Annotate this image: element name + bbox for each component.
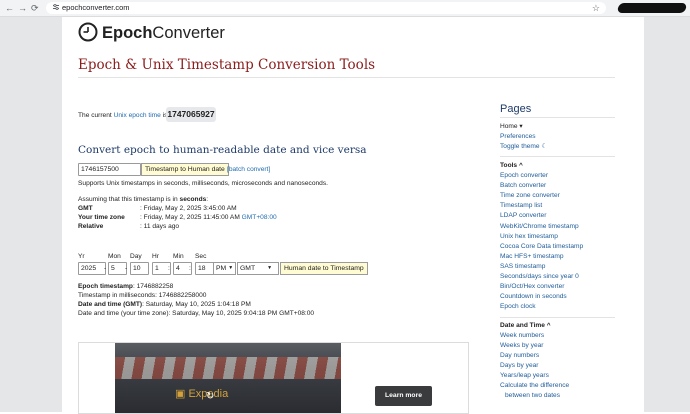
gmt-label: GMT: [78, 205, 93, 212]
logo-text: EpochConverter: [102, 24, 225, 42]
sidebar-link[interactable]: Seconds/days since year 0: [500, 272, 579, 281]
title-divider: [78, 77, 615, 78]
chevron-up-icon: ^: [518, 162, 523, 169]
year-input[interactable]: 2025: [78, 262, 106, 275]
unix-epoch-time-link[interactable]: Unix epoch time: [114, 112, 161, 119]
sidebar-link[interactable]: Countdown in seconds: [500, 292, 567, 301]
url-text: epochconverter.com: [62, 3, 130, 12]
month-label: Mon: [108, 253, 121, 260]
dash-separator: -: [104, 265, 107, 272]
gmt-value: : Friday, May 2, 2025 3:45:00 AM: [140, 205, 237, 212]
convert-heading: Convert epoch to human-readable date and…: [78, 144, 367, 156]
ad-image: ▣ Expedia ↻: [115, 343, 341, 413]
advertisement[interactable]: ▣ Expedia ↻ Learn more: [78, 342, 469, 414]
page-margin-right: [644, 17, 690, 412]
sidebar-divider: [500, 156, 615, 157]
clock-logo-icon: [78, 22, 98, 42]
chevron-down-icon: ▼: [267, 265, 273, 271]
milliseconds-result: Timestamp in milliseconds: 1746882258000: [78, 292, 207, 299]
sidebar-link[interactable]: Epoch clock: [500, 302, 536, 311]
gmt-result: Date and time (GMT): Saturday, May 10, 2…: [78, 301, 251, 308]
local-result: Date and time (your time zone): Saturday…: [78, 310, 315, 317]
sidebar-divider: [500, 117, 615, 118]
batch-convert-link[interactable]: [batch convert]: [227, 165, 270, 174]
sidebar-link[interactable]: Days by year: [500, 361, 538, 370]
back-icon[interactable]: ←: [5, 2, 14, 14]
ad-brand: ▣ Expedia: [175, 388, 229, 400]
tools-heading[interactable]: Tools ^: [500, 161, 523, 170]
sidebar-link[interactable]: SAS timestamp: [500, 262, 545, 271]
sidebar-link[interactable]: Mac HFS+ timestamp: [500, 252, 564, 261]
year-label: Yr: [78, 253, 85, 260]
timezone-link[interactable]: GMT+08:00: [242, 214, 277, 221]
reload-icon[interactable]: ⟳: [31, 2, 39, 14]
page-title: Epoch & Unix Timestamp Conversion Tools: [78, 57, 376, 73]
sidebar-link[interactable]: Week numbers: [500, 331, 544, 340]
sidebar-link[interactable]: Epoch converter: [500, 171, 548, 180]
hour-label: Hr: [152, 253, 159, 260]
minute-label: Min: [173, 253, 184, 260]
sidebar-link[interactable]: Timestamp list: [500, 201, 542, 210]
relative-label: Relative: [78, 223, 104, 230]
sidebar-link[interactable]: Day numbers: [500, 351, 539, 360]
sidebar-divider: [500, 317, 615, 318]
day-input[interactable]: 10: [130, 262, 149, 275]
site-info-icon[interactable]: [52, 3, 60, 15]
sidebar-link[interactable]: between two dates: [505, 391, 560, 400]
second-input[interactable]: 18: [195, 262, 214, 275]
colon-separator: :: [168, 265, 170, 272]
sidebar-link[interactable]: Calculate the difference: [500, 381, 569, 390]
sidebar-link[interactable]: Unix hex timestamp: [500, 232, 558, 241]
assuming-text: Assuming that this timestamp is in secon…: [78, 196, 209, 203]
moon-icon: ☾: [539, 143, 548, 150]
sidebar-link[interactable]: WebKit/Chrome timestamp: [500, 222, 579, 231]
current-epoch-label: The current Unix epoch time is: [78, 112, 167, 119]
timestamp-to-human-button[interactable]: Timestamp to Human date: [141, 163, 229, 176]
current-epoch-value: 1747065927: [166, 107, 216, 122]
sidebar-link[interactable]: Batch converter: [500, 181, 546, 190]
day-label: Day: [130, 253, 142, 260]
date-time-heading[interactable]: Date and Time ^: [500, 321, 551, 330]
forward-icon[interactable]: →: [18, 2, 27, 14]
human-to-timestamp-button[interactable]: Human date to Timestamp: [280, 262, 368, 275]
sidebar-item-home[interactable]: Home ▾: [500, 122, 523, 131]
second-label: Sec: [195, 253, 207, 260]
browser-toolbar: ← → ⟳ epochconverter.com ☆: [0, 0, 690, 17]
chevron-up-icon: ^: [546, 322, 551, 329]
epoch-result: Epoch timestamp: 1746882258: [78, 283, 174, 290]
timestamp-input[interactable]: 1746157500: [78, 163, 141, 176]
sidebar-item-toggle-theme[interactable]: Toggle theme ☾: [500, 142, 547, 151]
sidebar-link[interactable]: Years/leap years: [500, 371, 549, 380]
sidebar-link[interactable]: Bin/Oct/Hex converter: [500, 282, 565, 291]
timezone-select[interactable]: GMT ▼: [237, 262, 279, 275]
sidebar-link[interactable]: Weeks by year: [500, 341, 544, 350]
address-bar[interactable]: epochconverter.com ☆: [46, 2, 606, 14]
loading-cursor-icon: ↻: [206, 391, 215, 402]
sidebar-link[interactable]: Cocoa Core Data timestamp: [500, 242, 583, 251]
bookmark-star-icon[interactable]: ☆: [592, 2, 600, 14]
ampm-select[interactable]: PM ▼: [213, 262, 236, 275]
pages-heading: Pages: [500, 103, 532, 115]
supports-text: Supports Unix timestamps in seconds, mil…: [78, 180, 328, 187]
your-timezone-label: Your time zone: [78, 214, 125, 221]
learn-more-button[interactable]: Learn more: [375, 386, 432, 406]
page-margin-left: [0, 17, 62, 412]
your-timezone-value: : Friday, May 2, 2025 11:45:00 AM GMT+08…: [140, 214, 277, 221]
dash-separator: -: [125, 265, 128, 272]
sidebar-item-preferences[interactable]: Preferences: [500, 132, 536, 141]
profile-avatar-redacted[interactable]: [616, 3, 688, 13]
relative-value: : 11 days ago: [140, 223, 180, 230]
chevron-down-icon: ▼: [228, 265, 234, 271]
sidebar-link[interactable]: Time zone converter: [500, 191, 560, 200]
sidebar-link[interactable]: LDAP converter: [500, 211, 546, 220]
ad-umbrella-stripes: [115, 357, 341, 379]
colon-separator: :: [189, 265, 191, 272]
